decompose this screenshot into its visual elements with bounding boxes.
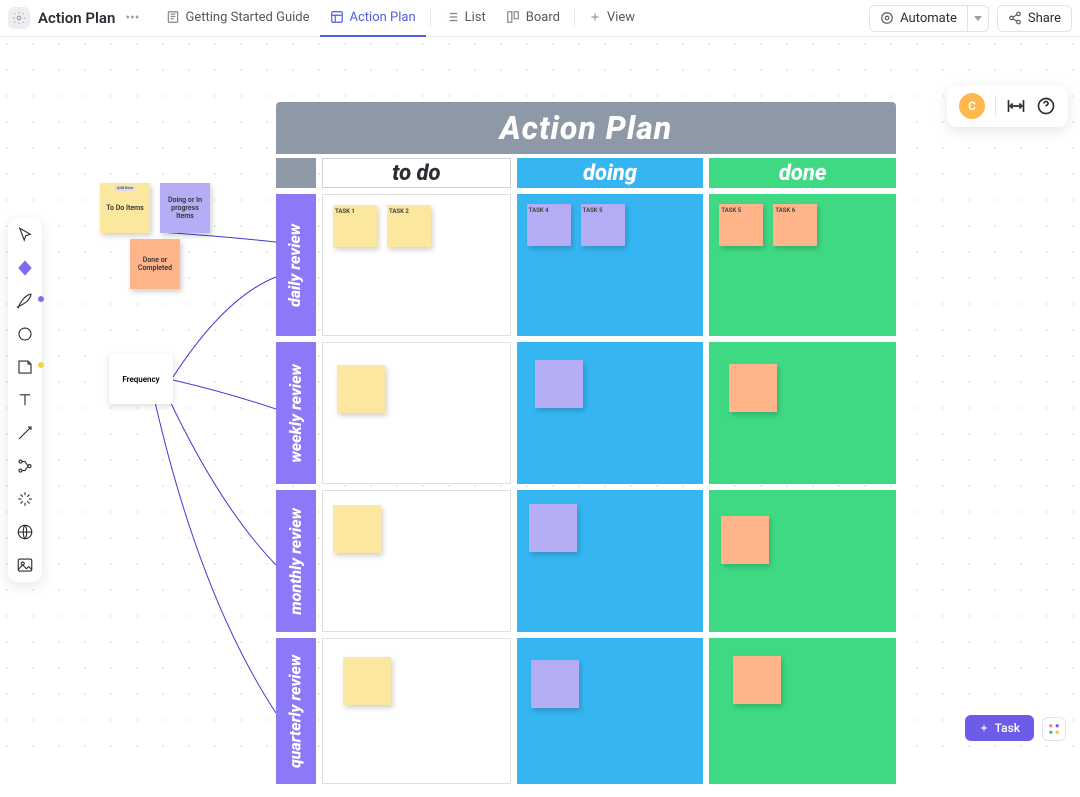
legend-doing[interactable]: Doing or In progress Items	[160, 183, 210, 233]
sticky-blank[interactable]	[535, 360, 583, 408]
column-header-doing: doing	[517, 158, 704, 188]
sticky-blank[interactable]	[531, 660, 579, 708]
automate-dropdown[interactable]	[968, 5, 989, 32]
task-label: Task	[995, 721, 1020, 735]
ai-tool[interactable]	[14, 488, 36, 510]
web-tool[interactable]	[14, 521, 36, 543]
color-dot-icon	[38, 296, 44, 302]
view-tabs: Getting Started Guide Action Plan List B…	[156, 0, 646, 37]
row-label-weekly: weekly review	[276, 342, 316, 484]
legend-todo[interactable]: Add Item To Do Items	[100, 183, 150, 233]
row-quarterly: quarterly review	[276, 638, 896, 784]
sticky-task[interactable]: TASK 5	[581, 204, 625, 246]
tab-action-plan[interactable]: Action Plan	[320, 0, 426, 37]
cell-weekly-done[interactable]	[709, 342, 896, 484]
sticky-blank[interactable]	[333, 505, 381, 553]
row-label-daily: daily review	[276, 194, 316, 336]
sticky-task[interactable]: TASK 6	[773, 204, 817, 246]
sticky-blank[interactable]	[529, 504, 577, 552]
row-weekly: weekly review	[276, 342, 896, 484]
column-header-todo: to do	[322, 158, 511, 188]
cell-quarterly-done[interactable]	[709, 638, 896, 784]
separator	[430, 9, 431, 27]
whiteboard-canvas[interactable]: C Add Item To Do Items Doing or In progr…	[0, 37, 1080, 759]
apps-button[interactable]	[1042, 717, 1066, 741]
sticky-tool[interactable]	[14, 356, 36, 378]
legend-label: To Do Items	[106, 204, 144, 212]
tab-label: Action Plan	[350, 10, 416, 25]
row-daily: daily review TASK 1 TASK 2 TASK 4 TASK 5…	[276, 194, 896, 336]
legend-label: Doing or In progress Items	[164, 196, 206, 220]
select-tool[interactable]	[14, 224, 36, 246]
sticky-blank[interactable]	[733, 656, 781, 704]
sticky-task[interactable]: TASK 4	[527, 204, 571, 246]
cell-daily-done[interactable]: TASK 5 TASK 6	[709, 194, 896, 336]
legend-done[interactable]: Done or Completed	[130, 239, 180, 289]
share-label: Share	[1028, 11, 1061, 26]
add-item-badge: Add Item	[115, 186, 135, 191]
cell-daily-todo[interactable]: TASK 1 TASK 2	[322, 194, 511, 336]
chevron-down-icon	[974, 16, 982, 21]
row-label-monthly: monthly review	[276, 490, 316, 632]
diamond-tool[interactable]	[14, 257, 36, 279]
frequency-label: Frequency	[122, 375, 159, 384]
automate-button[interactable]: Automate	[869, 5, 968, 32]
connector-tool[interactable]	[14, 422, 36, 444]
cell-weekly-todo[interactable]	[322, 342, 511, 484]
cell-daily-doing[interactable]: TASK 4 TASK 5	[517, 194, 704, 336]
automate-label: Automate	[900, 11, 957, 26]
cell-weekly-doing[interactable]	[517, 342, 704, 484]
tab-add-view[interactable]: View	[579, 0, 645, 37]
tab-label: Getting Started Guide	[186, 10, 310, 25]
shape-tool[interactable]	[14, 323, 36, 345]
sticky-blank[interactable]	[343, 657, 391, 705]
action-plan-board: Action Plan to do doing done daily revie…	[276, 102, 896, 784]
tab-label: List	[465, 10, 486, 25]
cell-monthly-todo[interactable]	[322, 490, 511, 632]
cell-monthly-done[interactable]	[709, 490, 896, 632]
column-header-done: done	[709, 158, 896, 188]
sticky-blank[interactable]	[721, 516, 769, 564]
color-dot-icon	[38, 362, 44, 368]
legend-label: Done or Completed	[134, 256, 176, 272]
sticky-blank[interactable]	[729, 364, 777, 412]
tab-board[interactable]: Board	[496, 0, 570, 37]
topbar: Action Plan ••• Getting Started Guide Ac…	[0, 0, 1080, 37]
cell-quarterly-todo[interactable]	[322, 638, 511, 784]
more-options-icon[interactable]: •••	[123, 10, 141, 26]
image-tool[interactable]	[14, 554, 36, 576]
board-title: Action Plan	[276, 102, 896, 154]
tab-label: Board	[526, 10, 560, 25]
separator	[995, 95, 996, 117]
cell-monthly-doing[interactable]	[517, 490, 704, 632]
avatar[interactable]: C	[959, 93, 985, 119]
fit-width-icon[interactable]	[1006, 96, 1026, 116]
pen-tool[interactable]	[14, 290, 36, 312]
tab-label: View	[607, 10, 635, 25]
canvas-controls: C	[947, 85, 1068, 127]
tab-getting-started[interactable]: Getting Started Guide	[156, 0, 320, 37]
text-tool[interactable]	[14, 389, 36, 411]
help-icon[interactable]	[1036, 96, 1056, 116]
cell-quarterly-doing[interactable]	[517, 638, 704, 784]
toolbox	[8, 218, 42, 582]
workspace-icon[interactable]	[8, 7, 30, 29]
share-button[interactable]: Share	[997, 5, 1072, 32]
corner-spacer	[276, 158, 316, 188]
separator	[574, 9, 575, 27]
tab-list[interactable]: List	[435, 0, 496, 37]
frequency-node[interactable]: Frequency	[109, 354, 173, 404]
sticky-task[interactable]: TASK 1	[333, 205, 377, 247]
row-label-quarterly: quarterly review	[276, 638, 316, 784]
page-title: Action Plan	[38, 9, 115, 27]
sticky-task[interactable]: TASK 5	[719, 204, 763, 246]
link-tool[interactable]	[14, 455, 36, 477]
sticky-blank[interactable]	[337, 365, 385, 413]
new-task-button[interactable]: Task	[965, 715, 1034, 741]
sticky-task[interactable]: TASK 2	[387, 205, 431, 247]
row-monthly: monthly review	[276, 490, 896, 632]
